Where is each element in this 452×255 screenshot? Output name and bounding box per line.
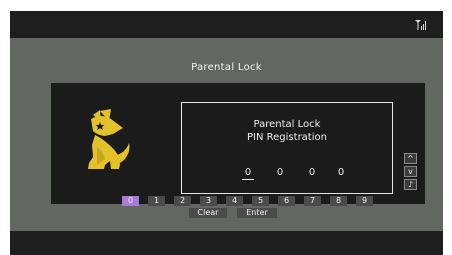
- bottom-bar: [10, 231, 443, 255]
- signal-icon: [415, 20, 426, 30]
- clear-button[interactable]: Clear: [189, 208, 227, 218]
- pin-digit-4[interactable]: 0: [335, 167, 347, 179]
- music-button[interactable]: ♪: [404, 179, 417, 190]
- sirius-dog-icon: [88, 109, 130, 169]
- pin-registration-box: Parental Lock PIN Registration 0 0 0 0: [181, 102, 393, 194]
- key-2[interactable]: 2: [174, 196, 191, 206]
- pin-digit-2[interactable]: 0: [274, 167, 286, 179]
- pin-box-subtitle: PIN Registration: [247, 132, 327, 143]
- down-button[interactable]: v: [404, 166, 417, 177]
- key-5[interactable]: 5: [252, 196, 269, 206]
- parental-lock-panel: Parental Lock PIN Registration 0 0 0 0 ^…: [51, 83, 425, 204]
- tv-screen: Parental Lock Parental Lock PIN Registra…: [10, 11, 443, 255]
- up-button[interactable]: ^: [404, 153, 417, 164]
- enter-button[interactable]: Enter: [237, 208, 277, 218]
- key-6[interactable]: 6: [278, 196, 295, 206]
- key-9[interactable]: 9: [356, 196, 373, 206]
- key-3[interactable]: 3: [200, 196, 217, 206]
- pin-digit-1[interactable]: 0: [242, 167, 254, 180]
- key-1[interactable]: 1: [148, 196, 165, 206]
- pin-box-title: Parental Lock: [253, 119, 321, 130]
- page-title: Parental Lock: [191, 62, 262, 73]
- key-4[interactable]: 4: [226, 196, 243, 206]
- key-7[interactable]: 7: [304, 196, 321, 206]
- key-0[interactable]: 0: [122, 196, 139, 206]
- pin-digit-3[interactable]: 0: [306, 167, 318, 179]
- status-bar: [10, 11, 443, 38]
- key-8[interactable]: 8: [330, 196, 347, 206]
